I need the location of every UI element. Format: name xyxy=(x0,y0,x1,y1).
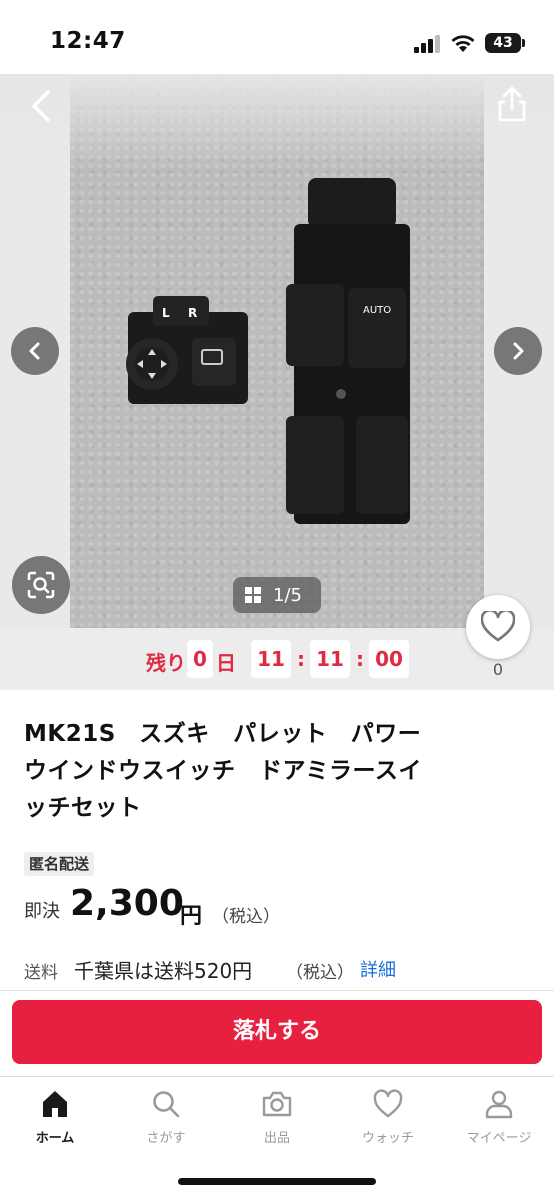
tab-watch[interactable]: ウォッチ xyxy=(333,1089,443,1153)
timer-separator: : xyxy=(297,647,305,671)
timer-days: 0 xyxy=(187,640,213,678)
bottom-tab-bar: ホーム さがす 出品 ウォッチ マイページ xyxy=(0,1077,554,1157)
search-icon xyxy=(153,1091,180,1118)
svg-text:R: R xyxy=(188,306,197,320)
tab-mypage[interactable]: マイページ xyxy=(444,1089,554,1153)
watch-count: 0 xyxy=(492,660,504,679)
svg-text:L: L xyxy=(162,306,170,320)
person-icon xyxy=(485,1090,513,1119)
heart-icon xyxy=(373,1089,403,1118)
price-unit: 円 xyxy=(180,904,203,929)
shipping-tax-note: （税込） xyxy=(286,963,354,983)
timer-days-unit: 日 xyxy=(216,651,236,675)
timer-seconds: 00 xyxy=(369,640,409,678)
price-label: 即決 xyxy=(24,901,60,922)
chevron-left-icon xyxy=(29,342,40,360)
timer-minutes: 11 xyxy=(310,640,350,678)
camera-icon xyxy=(262,1091,292,1117)
heart-icon xyxy=(481,611,515,642)
tab-label: ホーム xyxy=(35,1131,75,1146)
divider xyxy=(0,990,554,991)
status-bar: 12:47 43 xyxy=(0,0,554,74)
item-title-line: MK21S スズキ パレット パワー xyxy=(24,721,422,747)
image-counter[interactable]: 1/5 xyxy=(233,577,321,613)
buy-now-button[interactable]: 落札する xyxy=(12,1000,542,1064)
item-title: MK21S スズキ パレット パワー ウインドウスイッチ ドアミラースイ ッチセ… xyxy=(24,716,484,827)
shipping-value: 千葉県は送料520円 xyxy=(74,959,253,983)
chevron-right-icon xyxy=(513,342,524,360)
wifi-icon xyxy=(451,35,475,52)
timer-prefix: 残り xyxy=(146,651,186,675)
home-icon xyxy=(43,1091,67,1117)
lens-search-icon xyxy=(27,571,55,599)
timer-separator: : xyxy=(356,647,364,671)
tab-home[interactable]: ホーム xyxy=(0,1089,110,1153)
price-value: 2,300 xyxy=(70,883,184,924)
status-time: 12:47 xyxy=(50,28,126,54)
tab-label: マイページ xyxy=(466,1131,532,1146)
watch-button[interactable] xyxy=(466,595,530,659)
cellular-signal-icon xyxy=(414,35,440,53)
price-tax-note: （税込） xyxy=(212,907,280,927)
image-gallery[interactable]: L R AUTO xyxy=(0,74,554,628)
previous-image-button[interactable] xyxy=(11,327,59,375)
shipping-label: 送料 xyxy=(24,963,58,983)
timer-hours: 11 xyxy=(251,640,291,678)
share-icon[interactable] xyxy=(492,84,532,124)
svg-text:AUTO: AUTO xyxy=(363,305,391,316)
image-search-button[interactable] xyxy=(12,556,70,614)
top-gradient xyxy=(0,74,554,169)
home-indicator xyxy=(178,1178,376,1185)
tab-label: 出品 xyxy=(263,1131,290,1146)
next-image-button[interactable] xyxy=(494,327,542,375)
shipping-detail-link[interactable]: 詳細 xyxy=(360,956,396,982)
anonymous-shipping-badge: 匿名配送 xyxy=(24,852,95,876)
grid-icon xyxy=(245,587,261,603)
tab-sell[interactable]: 出品 xyxy=(222,1089,332,1153)
item-title-line: ウインドウスイッチ ドアミラースイ xyxy=(24,758,422,784)
tab-label: ウォッチ xyxy=(361,1131,414,1146)
battery-indicator: 43 xyxy=(485,33,525,53)
back-chevron-icon[interactable] xyxy=(22,86,62,126)
tab-label: さがす xyxy=(146,1131,186,1146)
item-title-line: ッチセット xyxy=(24,795,142,821)
image-counter-text: 1/5 xyxy=(273,585,302,606)
tab-search[interactable]: さがす xyxy=(111,1089,221,1153)
